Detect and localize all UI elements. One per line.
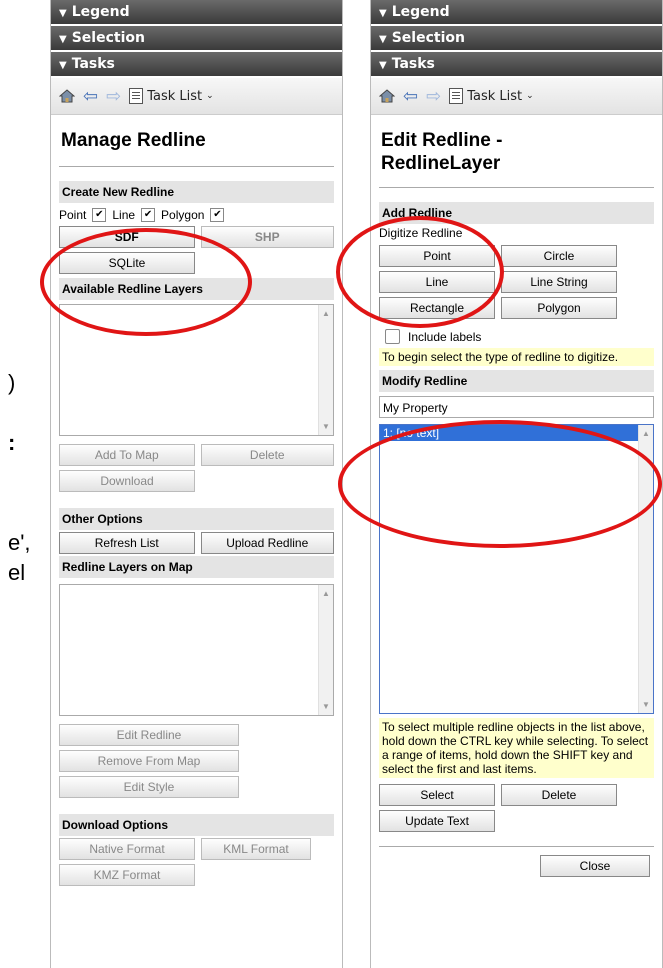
divider xyxy=(379,846,654,847)
chevron-down-icon: ⌄ xyxy=(526,91,534,101)
available-layers-list[interactable] xyxy=(59,304,334,436)
edit-style-button[interactable]: Edit Style xyxy=(59,776,239,798)
forward-arrow-icon[interactable]: ⇨ xyxy=(106,86,121,107)
point-label: Point xyxy=(59,208,87,222)
rectangle-button[interactable]: Rectangle xyxy=(379,297,495,319)
point-checkbox[interactable]: ✔ xyxy=(92,208,107,222)
edit-redline-panel: ▼ Legend ▼ Selection ▼ Tasks ⇦ ⇨ Task List ⌄… xyxy=(370,0,663,968)
triangle-down-icon: ▼ xyxy=(379,60,387,71)
divider xyxy=(379,187,654,188)
text-fragment: ) xyxy=(8,370,16,395)
task-list-menu[interactable]: Task List ⌄ xyxy=(449,88,534,104)
text-fragment: el xyxy=(8,560,26,585)
line-string-button[interactable]: Line String xyxy=(501,271,617,293)
sdf-button[interactable]: SDF xyxy=(59,226,195,248)
selection-hint: To select multiple redline objects in th… xyxy=(379,718,654,778)
download-options-header: Download Options xyxy=(59,814,334,836)
task-list-icon xyxy=(129,88,144,104)
download-button[interactable]: Download xyxy=(59,470,195,492)
back-arrow-icon[interactable]: ⇦ xyxy=(403,86,418,107)
layers-on-map-list[interactable] xyxy=(59,584,334,716)
page-title: Manage Redline xyxy=(61,130,206,151)
include-labels-checkbox[interactable] xyxy=(385,329,400,344)
polygon-label: Polygon xyxy=(161,208,205,222)
select-button[interactable]: Select xyxy=(379,784,495,806)
digitize-label: Digitize Redline xyxy=(379,226,463,240)
scrollbar[interactable] xyxy=(638,425,653,713)
bar-label: Selection xyxy=(71,30,145,46)
other-options-header: Other Options xyxy=(59,508,334,530)
home-icon[interactable] xyxy=(379,89,395,103)
divider xyxy=(59,166,334,167)
text-fragment: : xyxy=(8,430,16,455)
refresh-list-button[interactable]: Refresh List xyxy=(59,532,195,554)
forward-arrow-icon[interactable]: ⇨ xyxy=(426,86,441,107)
task-list-label: Task List xyxy=(467,88,523,104)
edit-redline-button[interactable]: Edit Redline xyxy=(59,724,239,746)
back-arrow-icon[interactable]: ⇦ xyxy=(83,86,98,107)
task-list-label: Task List xyxy=(147,88,203,104)
home-icon[interactable] xyxy=(59,89,75,103)
text-fragment: e', xyxy=(8,530,31,555)
available-layers-header: Available Redline Layers xyxy=(59,278,334,300)
chevron-down-icon: ⌄ xyxy=(206,91,214,101)
line-button[interactable]: Line xyxy=(379,271,495,293)
point-button[interactable]: Point xyxy=(379,245,495,267)
bar-label: Legend xyxy=(71,4,130,20)
native-format-button[interactable]: Native Format xyxy=(59,838,195,860)
task-list-menu[interactable]: Task List ⌄ xyxy=(129,88,214,104)
circle-button[interactable]: Circle xyxy=(501,245,617,267)
task-list-icon xyxy=(449,88,464,104)
triangle-down-icon: ▼ xyxy=(379,34,387,45)
upload-redline-button[interactable]: Upload Redline xyxy=(200,532,334,554)
polygon-button[interactable]: Polygon xyxy=(501,297,617,319)
bar-label: Tasks xyxy=(71,56,115,72)
legend-bar[interactable]: ▼ Legend xyxy=(371,0,662,24)
manage-redline-panel: ▼ Legend ▼ Selection ▼ Tasks ⇦ ⇨ Task List ⌄… xyxy=(50,0,343,968)
delete-button[interactable]: Delete xyxy=(200,444,334,466)
selection-bar[interactable]: ▼ Selection xyxy=(371,26,662,50)
triangle-down-icon: ▼ xyxy=(59,34,67,45)
line-label: Line xyxy=(112,208,136,222)
tasks-bar[interactable]: ▼ Tasks xyxy=(51,52,342,76)
create-redline-header: Create New Redline xyxy=(59,181,334,203)
list-item[interactable]: 1: [no text] xyxy=(380,425,639,441)
tasks-bar[interactable]: ▼ Tasks xyxy=(371,52,662,76)
scrollbar[interactable] xyxy=(318,305,333,435)
digitize-hint: To begin select the type of redline to d… xyxy=(379,348,654,366)
sqlite-button[interactable]: SQLite xyxy=(59,252,195,274)
delete-button[interactable]: Delete xyxy=(501,784,617,806)
page-title: Edit Redline - RedlineLayer xyxy=(379,115,654,183)
bar-label: Selection xyxy=(391,30,465,46)
polygon-checkbox[interactable]: ✔ xyxy=(210,208,225,222)
add-redline-header: Add Redline xyxy=(379,202,654,224)
scrollbar[interactable] xyxy=(318,585,333,715)
update-text-button[interactable]: Update Text xyxy=(379,810,495,832)
line-checkbox[interactable]: ✔ xyxy=(141,208,156,222)
include-labels-label: Include labels xyxy=(408,329,482,344)
triangle-down-icon: ▼ xyxy=(59,8,67,19)
task-toolbar: ⇦ ⇨ Task List ⌄ xyxy=(51,78,342,115)
bar-label: Tasks xyxy=(391,56,435,72)
title-line: RedlineLayer xyxy=(381,153,501,174)
kmz-format-button[interactable]: KMZ Format xyxy=(59,864,195,886)
redline-text-input[interactable]: My Property xyxy=(379,396,654,418)
layers-on-map-header: Redline Layers on Map xyxy=(59,556,334,578)
triangle-down-icon: ▼ xyxy=(59,60,67,71)
title-line: Edit Redline - xyxy=(381,130,503,151)
add-to-map-button[interactable]: Add To Map xyxy=(59,444,195,466)
bar-label: Legend xyxy=(391,4,450,20)
remove-from-map-button[interactable]: Remove From Map xyxy=(59,750,239,772)
legend-bar[interactable]: ▼ Legend xyxy=(51,0,342,24)
modify-redline-header: Modify Redline xyxy=(379,370,654,392)
close-button[interactable]: Close xyxy=(540,855,650,877)
shp-button[interactable]: SHP xyxy=(200,226,334,248)
selection-bar[interactable]: ▼ Selection xyxy=(51,26,342,50)
triangle-down-icon: ▼ xyxy=(379,8,387,19)
redline-objects-list[interactable]: 1: [no text] xyxy=(379,424,654,714)
task-toolbar: ⇦ ⇨ Task List ⌄ xyxy=(371,78,662,115)
kml-format-button[interactable]: KML Format xyxy=(201,838,311,860)
